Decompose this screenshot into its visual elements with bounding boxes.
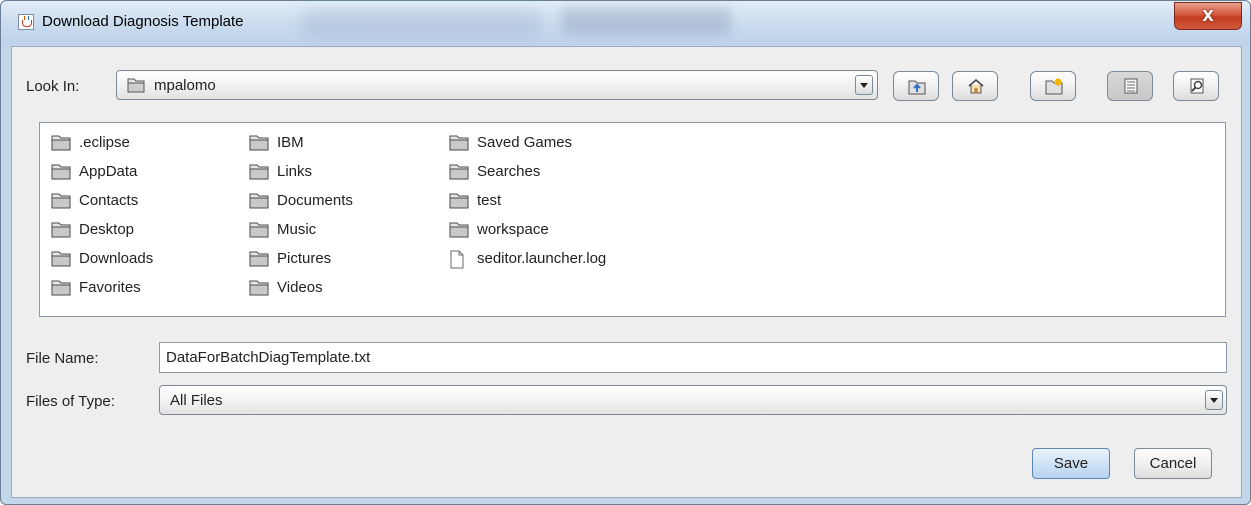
list-item-label: Desktop bbox=[79, 221, 135, 238]
file-name-value: DataForBatchDiagTemplate.txt bbox=[166, 349, 371, 366]
home-button[interactable] bbox=[952, 71, 998, 101]
folder-icon bbox=[249, 221, 269, 243]
folder-icon bbox=[249, 163, 269, 185]
folder-icon bbox=[449, 192, 469, 214]
list-item-label: Documents bbox=[277, 192, 353, 209]
folder-icon bbox=[249, 134, 269, 156]
file-list[interactable]: .eclipse AppData Contacts Desktop Downloads F… bbox=[39, 122, 1226, 317]
folder-icon bbox=[249, 279, 269, 301]
details-view-button[interactable] bbox=[1173, 71, 1219, 101]
list-item-label: Pictures bbox=[277, 250, 332, 267]
files-of-type-value: All Files bbox=[170, 392, 223, 409]
look-in-value: mpalomo bbox=[154, 77, 216, 94]
close-icon: X bbox=[1202, 7, 1214, 25]
file-icon bbox=[449, 250, 465, 274]
list-item-label: test bbox=[477, 192, 502, 209]
new-folder-icon bbox=[1045, 77, 1063, 100]
list-item-label: seditor.launcher.log bbox=[477, 250, 607, 267]
list-item-label: Downloads bbox=[79, 250, 154, 267]
folder-icon bbox=[51, 134, 71, 156]
new-folder-button[interactable] bbox=[1030, 71, 1076, 101]
list-item-label: Saved Games bbox=[477, 134, 573, 151]
list-item-label: Searches bbox=[477, 163, 541, 180]
look-in-label: Look In: bbox=[26, 78, 80, 95]
folder-icon bbox=[51, 163, 71, 185]
up-one-level-icon bbox=[908, 77, 926, 100]
list-item-label: Links bbox=[277, 163, 313, 180]
file-name-label: File Name: bbox=[26, 350, 99, 367]
file-name-input[interactable]: DataForBatchDiagTemplate.txt bbox=[159, 342, 1227, 373]
folder-icon bbox=[449, 221, 469, 243]
close-button[interactable]: X bbox=[1174, 2, 1242, 30]
folder-icon bbox=[127, 77, 145, 98]
details-view-icon bbox=[1188, 77, 1206, 100]
folder-icon bbox=[449, 134, 469, 156]
dialog-window: Download Diagnosis Template X Look In: m… bbox=[0, 0, 1251, 505]
folder-icon bbox=[249, 250, 269, 272]
home-icon bbox=[967, 77, 985, 100]
window-title: Download Diagnosis Template bbox=[42, 13, 244, 30]
folder-icon bbox=[51, 192, 71, 214]
up-one-level-button[interactable] bbox=[893, 71, 939, 101]
list-item-label: Music bbox=[277, 221, 317, 238]
folder-icon bbox=[51, 279, 71, 301]
folder-icon bbox=[249, 192, 269, 214]
list-view-button[interactable] bbox=[1107, 71, 1153, 101]
list-item-label: .eclipse bbox=[79, 134, 130, 151]
look-in-dropdown[interactable]: mpalomo bbox=[116, 70, 878, 100]
title-bar[interactable]: Download Diagnosis Template X bbox=[1, 1, 1250, 45]
list-item-label: workspace bbox=[477, 221, 549, 238]
java-app-icon bbox=[18, 14, 34, 30]
folder-icon bbox=[51, 250, 71, 272]
dialog-content: Look In: mpalomo .eclipse AppData Contac… bbox=[11, 46, 1242, 498]
save-button[interactable]: Save bbox=[1032, 448, 1110, 479]
files-of-type-dropdown[interactable]: All Files bbox=[159, 385, 1227, 415]
folder-icon bbox=[449, 163, 469, 185]
cancel-button[interactable]: Cancel bbox=[1134, 448, 1212, 479]
list-item-label: Videos bbox=[277, 279, 323, 296]
folder-icon bbox=[51, 221, 71, 243]
list-item-label: Favorites bbox=[79, 279, 141, 296]
chevron-down-icon[interactable] bbox=[1205, 390, 1223, 410]
files-of-type-label: Files of Type: bbox=[26, 393, 115, 410]
list-view-icon bbox=[1122, 77, 1140, 100]
list-item-label: IBM bbox=[277, 134, 304, 151]
list-item-label: AppData bbox=[79, 163, 138, 180]
chevron-down-icon[interactable] bbox=[855, 75, 873, 95]
list-item-label: Contacts bbox=[79, 192, 139, 209]
